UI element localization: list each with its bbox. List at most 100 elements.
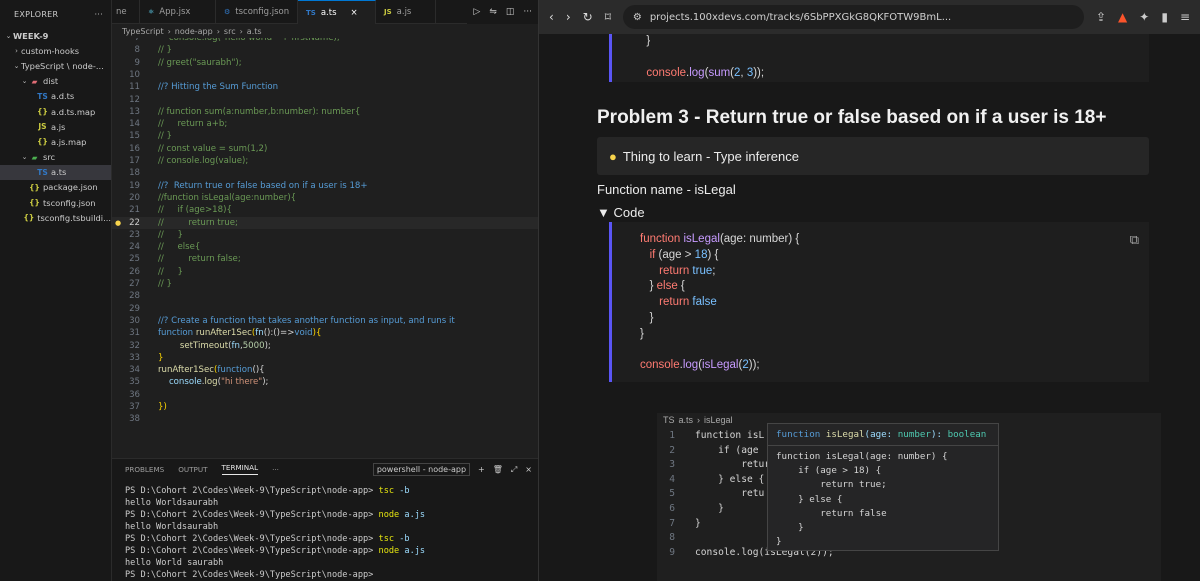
bookmark-icon[interactable]: ⌑: [605, 10, 611, 24]
run-icon[interactable]: ▷: [473, 7, 480, 17]
tab-label: App.jsx: [159, 7, 191, 17]
close-icon[interactable]: ×: [351, 8, 358, 18]
code-text: //function isLegal(age:number){: [158, 192, 297, 203]
explorer-item-label: a.js.map: [51, 136, 87, 147]
preview-code-text: }: [695, 502, 724, 514]
explorer-sidebar: EXPLORER ··· ⌄ WEEK-9 › custom-hooks ⌄ TypeScr…: [0, 0, 112, 581]
hover-code-line: function isLegal(age: number) {: [776, 451, 948, 462]
js-icon: JS: [38, 122, 47, 132]
trash-icon[interactable]: 🗑: [493, 465, 503, 474]
line-number: 28: [129, 291, 140, 302]
terminal-output[interactable]: PS D:\Cohort 2\Codes\Week-9\TypeScript\n…: [112, 479, 538, 581]
code-line: 34 runAfter1Sec(function(){: [112, 364, 538, 376]
code-line: }: [640, 35, 651, 47]
panel-tab-problems[interactable]: PROBLEMS: [125, 465, 164, 474]
panel-tab-output[interactable]: OUTPUT: [178, 465, 207, 474]
code-line: 29: [112, 303, 538, 315]
back-icon[interactable]: ‹: [549, 10, 554, 24]
hover-code-line: }: [776, 522, 804, 534]
code-text: // console.log(value);: [158, 156, 249, 166]
explorer-item-label: dist: [43, 76, 59, 87]
explorer-item[interactable]: TS a.d.ts: [0, 89, 111, 104]
compare-icon[interactable]: ⇋: [489, 7, 497, 17]
browser-window: ‹ › ↻ ⌑ ⚙ projects.100xdevs.com/tracks/6…: [538, 0, 1200, 581]
close-panel-icon[interactable]: ×: [525, 465, 532, 474]
terminal-args: a.js: [399, 546, 426, 556]
menu-icon[interactable]: ≡: [1180, 10, 1190, 24]
terminal-line: PS D:\Cohort 2\Codes\Week-9\TypeScript\n…: [112, 569, 538, 581]
code-line: 37}): [112, 401, 538, 413]
code-editor[interactable]: 7 console.log("hello world " + firstName…: [112, 38, 538, 458]
explorer-item[interactable]: ⌄ ▰ src: [0, 150, 111, 165]
explorer-item[interactable]: {} package.json: [0, 180, 111, 195]
explorer-item[interactable]: ⌄ WEEK-9: [0, 28, 111, 43]
reload-icon[interactable]: ↻: [583, 10, 593, 24]
terminal-prompt: hello Worldsaurabh: [125, 498, 219, 508]
sidebar-icon[interactable]: ▮: [1161, 10, 1168, 24]
terminal-shell-label[interactable]: powershell - node-app: [372, 463, 471, 476]
line-number: 19: [129, 180, 140, 191]
site-info-icon[interactable]: ⚙: [633, 12, 642, 23]
terminal-line: PS D:\Cohort 2\Codes\Week-9\TypeScript\n…: [112, 509, 538, 521]
breadcrumb-item[interactable]: a.ts: [247, 27, 262, 36]
code-line: 15 // }: [112, 130, 538, 142]
callout-text: Thing to learn - Type inference: [622, 148, 799, 164]
explorer-title: EXPLORER: [14, 9, 59, 19]
tab-tsconfigjson[interactable]: ⚙ tsconfig.json: [216, 0, 298, 24]
extensions-icon[interactable]: ✦: [1139, 10, 1149, 24]
explorer-item[interactable]: {} tsconfig.tsbuildi...: [0, 210, 112, 225]
code-line: 23 // }: [112, 229, 538, 241]
ts-icon: TS: [306, 8, 316, 17]
explorer-item-label: package.json: [43, 182, 98, 193]
react-icon: ⚛: [148, 8, 155, 16]
tab-Appjsx[interactable]: ⚛ App.jsx: [140, 0, 216, 24]
line-number: 9: [134, 57, 140, 68]
more-icon[interactable]: ···: [523, 7, 532, 17]
terminal-prompt: PS D:\Cohort 2\Codes\Week-9\TypeScript\n…: [125, 534, 379, 544]
lightbulb-icon[interactable]: ●: [115, 217, 121, 229]
line-number: 10: [129, 69, 140, 80]
code-toggle[interactable]: ▼ Code: [597, 205, 645, 220]
line-number: 5: [669, 488, 675, 500]
tab-ats[interactable]: TS a.ts ×: [298, 0, 376, 24]
explorer-item-label: WEEK-9: [13, 30, 49, 41]
forward-icon[interactable]: ›: [566, 10, 571, 24]
hover-code-line: return true;: [776, 479, 887, 491]
new-terminal-icon[interactable]: +: [478, 465, 485, 474]
brave-shield-icon[interactable]: ▲: [1118, 10, 1127, 24]
explorer-item[interactable]: {} a.d.ts.map: [0, 104, 111, 119]
panel-tab-terminal[interactable]: TERMINAL: [221, 463, 259, 475]
explorer-item[interactable]: ⌄ TypeScript \ node-...: [0, 58, 111, 73]
more-actions-icon[interactable]: ···: [94, 10, 103, 19]
tab-ne[interactable]: ne: [112, 0, 140, 24]
maximize-panel-icon[interactable]: ⤢: [511, 465, 517, 475]
chevron-icon: ⌄: [13, 61, 20, 70]
share-icon[interactable]: ⇪: [1096, 10, 1106, 24]
line-number: 8: [134, 45, 140, 56]
url-field[interactable]: ⚙ projects.100xdevs.com/tracks/6SbPPXGkG…: [622, 5, 1084, 29]
chevron-icon: ⌄: [21, 77, 28, 86]
code-text: // function sum(a:number,b:number): numb…: [158, 106, 361, 117]
tab-ajs[interactable]: JS a.js: [376, 0, 436, 24]
breadcrumb-item[interactable]: src: [224, 27, 236, 36]
breadcrumb-item[interactable]: node-app: [175, 27, 213, 36]
code-line: 19 //? Return true or false based on if a…: [112, 180, 538, 192]
code-line: 12: [112, 94, 538, 106]
explorer-item[interactable]: ⌄ ▰ dist: [0, 74, 111, 89]
code-block-sum: } console.log(sum(2, 3));: [609, 34, 1149, 82]
terminal-line: PS D:\Cohort 2\Codes\Week-9\TypeScript\n…: [112, 485, 538, 497]
hover-signature: function isLegal(age: number): boolean: [768, 424, 998, 446]
explorer-item[interactable]: {} a.js.map: [0, 134, 111, 149]
split-editor-icon[interactable]: ◫: [506, 7, 515, 17]
terminal-command: tsc: [378, 534, 395, 544]
copy-icon[interactable]: ⧉: [1130, 232, 1139, 248]
explorer-item[interactable]: JS a.js: [0, 119, 111, 134]
breadcrumb-item[interactable]: TypeScript: [122, 27, 164, 36]
code-text: // greet("saurabh");: [158, 57, 242, 68]
preview-code-text: function isL: [695, 430, 765, 441]
explorer-item[interactable]: {} tsconfig.json: [0, 195, 111, 210]
explorer-item[interactable]: TS a.ts: [0, 164, 111, 180]
explorer-item[interactable]: › custom-hooks: [0, 43, 111, 58]
terminal-args: -b: [394, 534, 410, 544]
panel-tab-moremoremore[interactable]: ···: [272, 465, 279, 474]
